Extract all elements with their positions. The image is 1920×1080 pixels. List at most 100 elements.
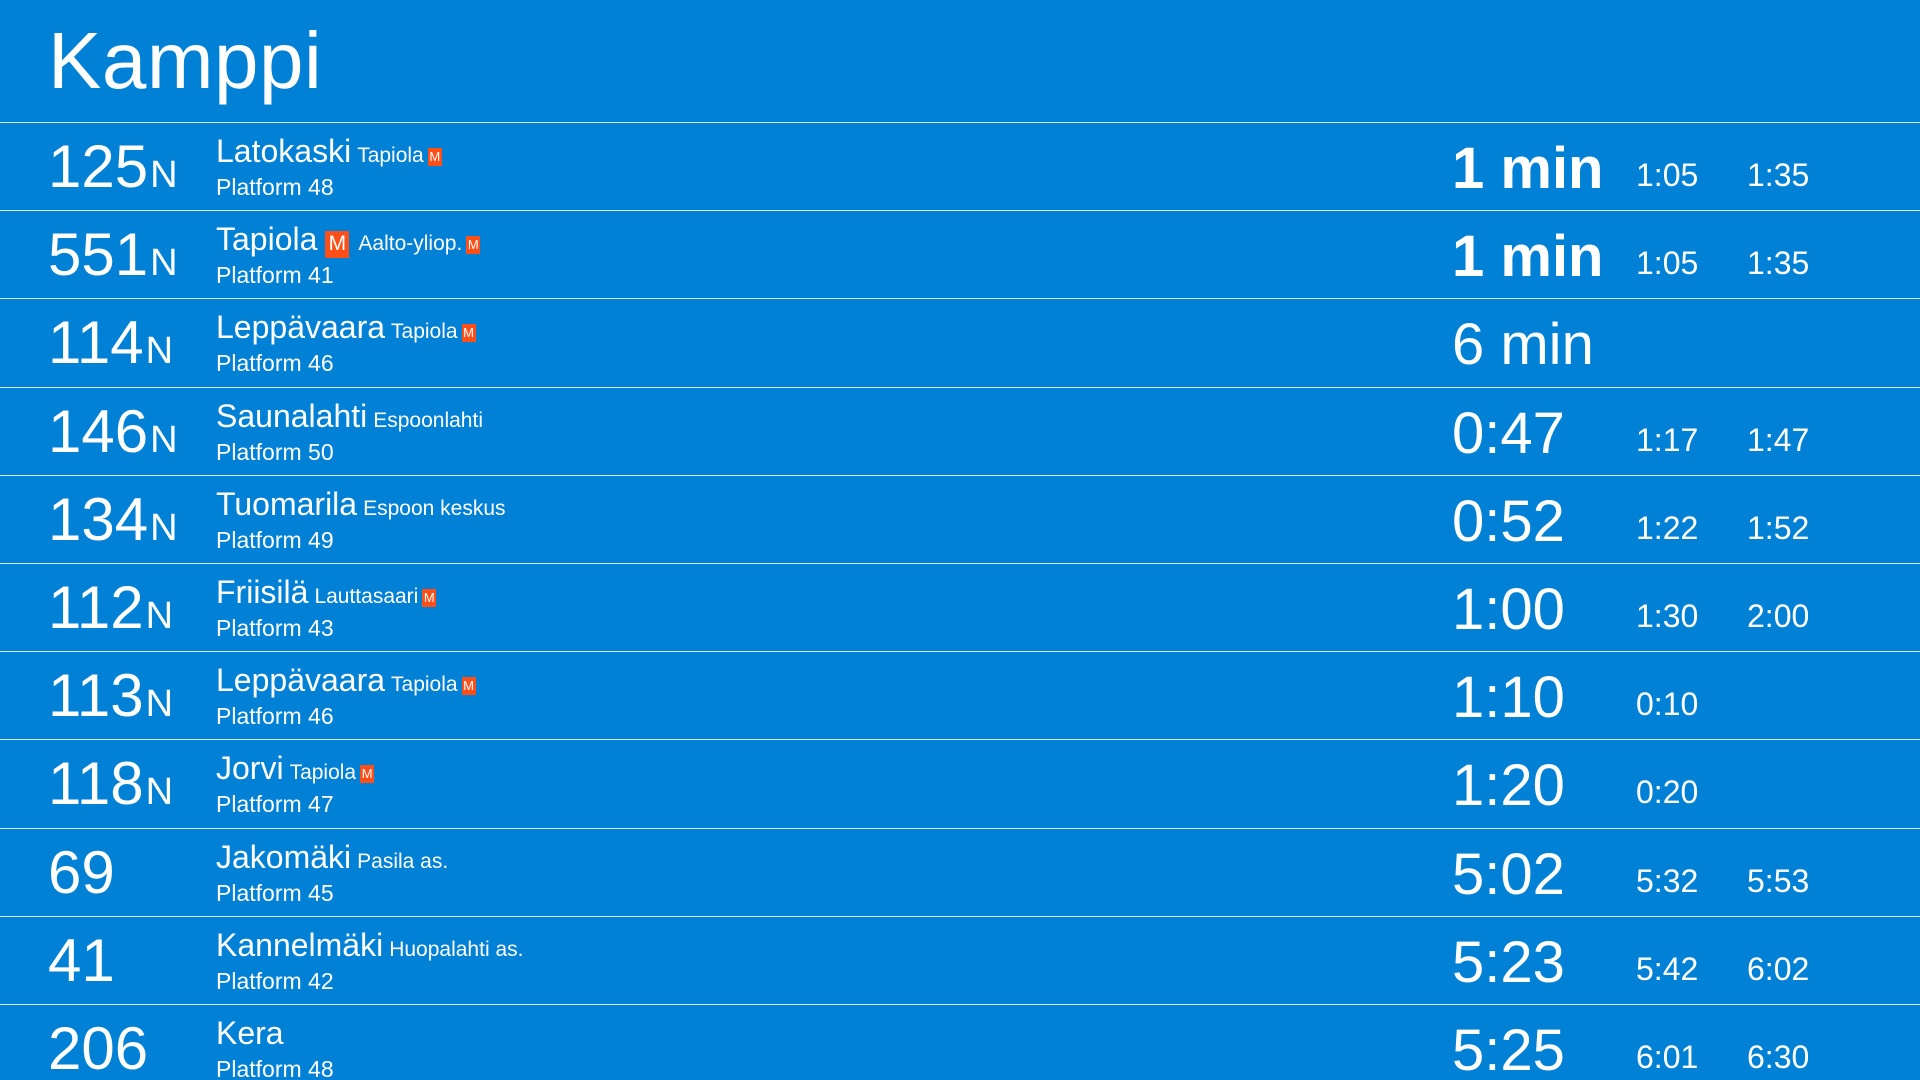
destination: Leppävaara [216,309,386,346]
destination: Latokaski [216,133,352,169]
third-departure: 1:35 [1747,157,1810,193]
next-departure: 1 min [1452,224,1604,290]
next-departure: 1:10 [1452,665,1565,731]
via-stop: Lauttasaari [314,584,419,608]
destination-line: Tuomarila Espoon keskus [216,487,506,528]
departure-row: 114N Leppävaara Tapiola M Platform 46 6 min [0,299,1920,388]
route-night-suffix: N [150,242,178,285]
departure-row: 146N Saunalahti Espoonlahti Platform 50 0:47… [0,388,1920,476]
platform: Platform 46 [216,703,334,730]
departure-row: 113N Leppävaara Tapiola M Platform 46 1:10 0:1… [0,652,1920,741]
route-number-text: 118 [48,750,144,818]
destination-line: Saunalahti Espoonlahti [216,399,483,440]
route-number-text: 551 [48,221,149,289]
destination-line: Leppävaara Tapiola M [216,310,476,351]
route-number: 113N [48,664,173,736]
route-number: 41 [48,926,115,994]
route-number: 146N [48,397,178,472]
route-number-text: 146 [48,397,149,465]
route-night-suffix: N [150,418,178,461]
destination-line: Kera [216,1016,284,1057]
destination: Jakomäki [216,838,352,875]
station-header: Kamppi [0,0,1920,123]
route-number: 206 [48,1014,149,1080]
platform: Platform 45 [216,879,334,906]
via-stop: Espoon keskus [363,496,506,520]
platform: Platform 49 [216,526,334,553]
destination: Tapiola [216,221,318,258]
route-night-suffix: N [150,506,178,549]
second-departure: 1:17 [1636,421,1699,458]
route-number: 134N [48,485,178,560]
destination: Saunalahti [216,397,368,434]
platform: Platform 41 [216,262,334,289]
via-stop: Espoonlahti [373,408,483,432]
via-stop: Tapiola [289,761,357,785]
third-departure: 1:52 [1747,509,1810,546]
destination-line: Tapiola M Aalto-yliop. M [216,221,481,263]
next-departure: 1 min [1452,136,1604,201]
route-number-text: 114 [48,309,144,377]
second-departure: 6:01 [1636,1038,1699,1075]
next-departure: 5:02 [1452,841,1565,907]
via-stop: Pasila as. [357,849,449,873]
departure-row: 41 Kannelmäki Huopalahti as. Platform 42 5:2… [0,917,1920,1005]
platform: Platform 48 [216,174,334,200]
route-number: 112N [48,573,174,648]
destination-line: Kannelmäki Huopalahti as. [216,928,523,969]
destination: Tuomarila [216,485,358,522]
metro-icon: M [427,148,442,166]
next-departure: 0:47 [1452,400,1565,466]
departure-row: 69 Jakomäki Pasila as. Platform 45 5:02 5:32 5… [0,829,1920,917]
departure-row: 551N Tapiola M Aalto-yliop. M Platform 41 1 mi… [0,211,1920,300]
platform: Platform 47 [216,791,334,818]
second-departure: 0:20 [1636,774,1699,811]
route-number-text: 206 [48,1014,149,1080]
route-number-text: 112 [48,573,144,641]
platform: Platform 43 [216,614,334,641]
next-departure: 1:00 [1452,576,1565,642]
route-night-suffix: N [145,771,174,814]
destination: Kannelmäki [216,926,384,963]
next-departure: 6 min [1452,312,1594,378]
via-stop: Huopalahti as. [389,937,524,961]
next-departure: 1:20 [1452,753,1565,819]
route-number-text: 69 [48,838,115,906]
departure-row: 125N Latokaski Tapiola M Platform 48 1 min 1:0… [0,123,1920,212]
route-number-text: 113 [48,662,144,730]
second-departure: 1:30 [1636,597,1699,634]
platform: Platform 46 [216,350,334,377]
departure-row: 134N Tuomarila Espoon keskus Platform 49 0:5… [0,476,1920,564]
route-number-text: 134 [48,485,149,553]
second-departure: 1:05 [1636,157,1699,193]
third-departure: 5:53 [1747,862,1810,899]
next-departure: 5:25 [1452,1017,1565,1080]
destination-line: Leppävaara Tapiola M [216,663,476,704]
second-departure: 0:10 [1636,686,1699,723]
platform: Platform 42 [216,967,334,994]
via-stop: Tapiola [391,320,458,344]
route-night-suffix: N [145,330,174,373]
third-departure: 6:30 [1747,1038,1810,1075]
route-night-suffix: N [145,594,174,637]
station-name: Kamppi [48,16,323,105]
platform: Platform 50 [216,438,334,465]
metro-icon: M [461,677,476,696]
via-stop: Tapiola [357,144,424,167]
route-number: 551N [48,223,178,295]
departure-board: Kamppi 125N Latokaski Tapiola M Platform 48 1… [0,0,1920,1080]
second-departure: 5:32 [1636,862,1699,899]
route-number: 114N [48,311,173,383]
second-departure: 5:42 [1636,950,1699,987]
third-departure: 6:02 [1747,950,1810,987]
route-number-text: 41 [48,926,115,994]
platform: Platform 48 [216,1055,334,1080]
destination-line: Latokaski Tapiola M [216,134,442,175]
departure-row: 112N Friisilä Lauttasaari M Platform 43 1:00 1… [0,564,1920,653]
route-number: 69 [48,838,115,906]
second-departure: 1:22 [1636,509,1699,546]
via-stop: Aalto-yliop. [358,232,463,256]
third-departure: 2:00 [1747,597,1810,634]
third-departure: 1:35 [1747,245,1810,282]
route-night-suffix: N [145,683,174,726]
